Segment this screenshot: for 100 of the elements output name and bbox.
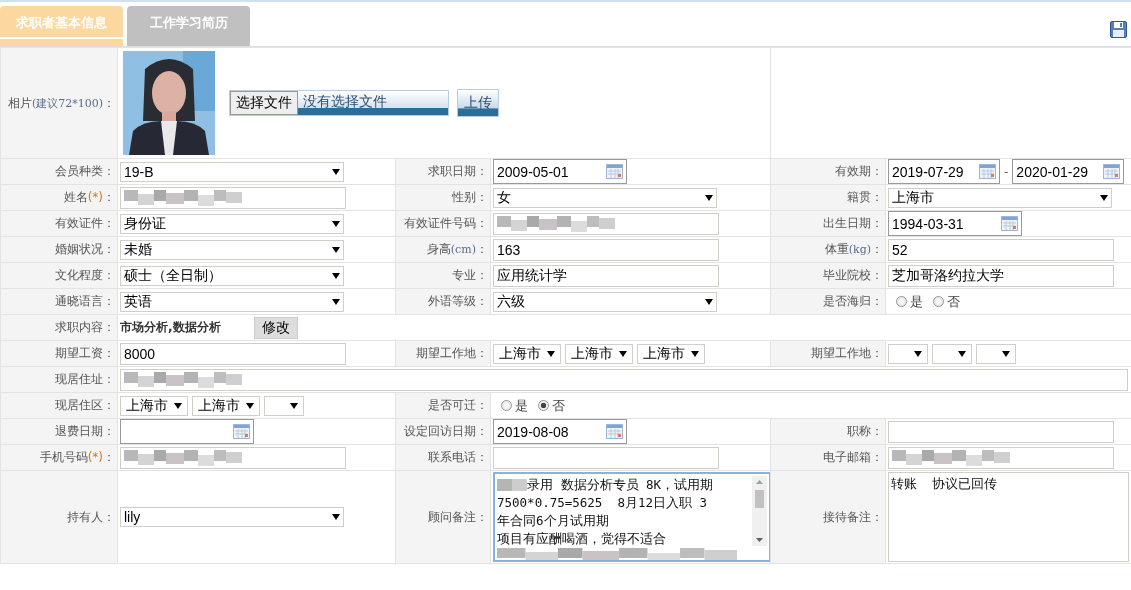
caret-icon — [174, 402, 182, 409]
input-field[interactable] — [888, 446, 1114, 469]
radio-button[interactable] — [933, 296, 944, 307]
dropdown[interactable] — [976, 343, 1016, 364]
dropdown[interactable]: 上海市 — [192, 395, 260, 416]
dropdown[interactable]: 上海市 — [637, 343, 705, 364]
dropdown[interactable]: 上海市 — [888, 187, 1112, 208]
dropdown[interactable]: lily — [120, 507, 344, 527]
caret-icon — [619, 350, 627, 357]
dropdown[interactable] — [888, 343, 928, 364]
field-label: 求职内容： — [55, 320, 115, 334]
calendar-icon[interactable] — [979, 164, 996, 179]
date-field[interactable]: 2019-08-08 — [493, 419, 627, 444]
field-label: 设定回访日期： — [404, 424, 488, 438]
field-label: 会员种类： — [55, 164, 115, 178]
radio-label: 否 — [947, 292, 960, 311]
field-label: 接待备注： — [823, 509, 883, 524]
field-label: 有效证件： — [55, 216, 115, 230]
dropdown[interactable]: 女 — [493, 187, 717, 208]
radio-button[interactable] — [501, 400, 512, 411]
notes-field[interactable]: 转账 协议已回传 — [888, 472, 1129, 562]
input-field[interactable] — [120, 446, 346, 469]
input-field[interactable]: 52 — [888, 238, 1114, 261]
field-label: 联系电话： — [428, 450, 488, 464]
note-text: 转账 协议已回传 — [891, 475, 998, 493]
field-label: 姓名(*)： — [63, 190, 115, 204]
radio-button[interactable] — [538, 400, 549, 411]
edit-button[interactable]: 修改 — [254, 316, 298, 339]
calendar-icon[interactable] — [1103, 164, 1121, 179]
caret-icon — [332, 272, 340, 279]
radio-button[interactable] — [896, 296, 907, 307]
date-field[interactable]: 2009-05-01 — [493, 159, 627, 184]
caret-icon — [290, 402, 298, 409]
field-label: 有效证件号码： — [404, 216, 488, 230]
date-field[interactable]: 2020-01-29 — [1012, 159, 1125, 184]
field-label: 有效期： — [835, 164, 883, 178]
field-label: 婚姻状况： — [55, 242, 115, 256]
date-field[interactable] — [120, 419, 254, 444]
field-label: 持有人： — [67, 509, 115, 524]
field-label: 电子邮箱： — [823, 450, 883, 464]
dropdown[interactable]: 英语 — [120, 291, 344, 312]
dropdown[interactable]: 上海市 — [120, 395, 188, 416]
input-field[interactable]: 应用统计学 — [493, 264, 719, 287]
caret-icon — [691, 350, 699, 357]
date-field[interactable]: 2019-07-29 — [888, 159, 1000, 184]
field-label: 毕业院校： — [823, 268, 883, 282]
caret-icon — [705, 194, 713, 201]
note-text: 录用 数据分析专员 8K，试用期 — [527, 476, 714, 494]
dropdown[interactable] — [932, 343, 972, 364]
caret-icon — [705, 298, 713, 305]
dropdown[interactable]: 硕士（全日制） — [120, 265, 344, 286]
calendar-icon[interactable] — [606, 164, 623, 179]
note-text: 年合同6个月试用期 — [497, 512, 609, 530]
field-label: 是否可迁： — [428, 398, 488, 412]
radio-label: 是 — [515, 396, 528, 415]
file-input[interactable]: 选择文件 没有选择文件 — [229, 90, 449, 116]
caret-icon — [332, 514, 340, 520]
calendar-icon[interactable] — [606, 424, 623, 439]
field-label: 退费日期： — [55, 424, 115, 438]
note-text: 项目有应酬喝酒，觉得不适合 — [497, 530, 666, 548]
field-label: 体重(kg)： — [824, 242, 883, 256]
input-field[interactable]: 163 — [493, 238, 719, 261]
caret-icon — [332, 246, 340, 253]
upload-button[interactable]: 上传 — [457, 89, 499, 117]
field-label: 籍贯： — [847, 190, 883, 204]
field-label: 专业： — [452, 268, 488, 282]
field-label: 是否海归： — [823, 294, 883, 308]
dropdown[interactable]: 未婚 — [120, 239, 344, 260]
choose-file-button[interactable]: 选择文件 — [230, 91, 298, 115]
field-label: 期望工作地： — [811, 346, 883, 360]
scrollbar[interactable] — [752, 476, 767, 546]
notes-field[interactable]: 录用 数据分析专员 8K，试用期 7500*0.75=5625 8月12日入职 3 年合同6个月试用期 项目有应酬喝酒，觉得不适合 — [493, 472, 771, 562]
dropdown[interactable]: 上海市 — [565, 343, 633, 364]
dropdown[interactable]: 六级 — [493, 291, 717, 312]
field-label: 期望工作地： — [416, 346, 488, 360]
input-field[interactable] — [120, 368, 1128, 391]
input-field[interactable]: 芝加哥洛约拉大学 — [888, 264, 1114, 287]
input-field[interactable] — [120, 186, 346, 209]
dropdown[interactable]: 19-B — [120, 161, 344, 182]
file-status: 没有选择文件 — [298, 91, 448, 115]
date-field[interactable]: 1994-03-31 — [888, 211, 1022, 236]
caret-icon — [958, 350, 966, 357]
field-label: 外语等级： — [428, 294, 488, 308]
caret-icon — [914, 350, 922, 357]
caret-icon — [332, 298, 340, 305]
dropdown[interactable] — [264, 395, 304, 416]
dropdown[interactable]: 身份证 — [120, 213, 344, 234]
calendar-icon[interactable] — [233, 424, 250, 439]
job-categories: 市场分析,数据分析 — [120, 319, 222, 336]
input-field[interactable] — [493, 212, 719, 235]
dropdown[interactable]: 上海市 — [493, 343, 561, 364]
note-text: 7500*0.75=5625 8月12日入职 3 — [497, 494, 708, 512]
input-field[interactable]: 8000 — [120, 342, 346, 365]
input-field[interactable] — [888, 420, 1114, 443]
field-label: 期望工资： — [55, 346, 115, 360]
save-icon[interactable] — [1110, 21, 1127, 38]
field-label: 现居住区： — [55, 398, 115, 412]
calendar-icon[interactable] — [1001, 216, 1018, 231]
field-label: 出生日期： — [823, 216, 883, 230]
input-field[interactable] — [493, 446, 719, 469]
